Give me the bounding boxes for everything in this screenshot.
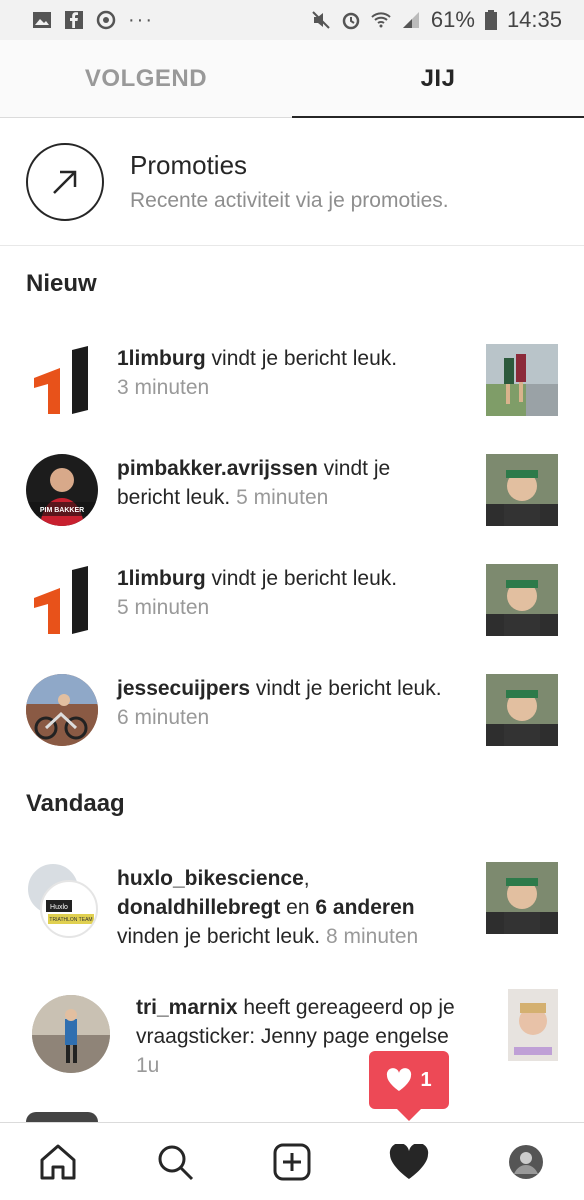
image-icon <box>33 12 51 28</box>
nav-add-post[interactable] <box>262 1132 322 1192</box>
tab-following[interactable]: VOLGEND <box>0 40 292 117</box>
alarm-icon <box>342 12 360 30</box>
timestamp: 1u <box>136 1054 160 1077</box>
username[interactable]: tri_marnix <box>136 996 238 1019</box>
activity-tabs: VOLGEND JIJ <box>0 40 584 118</box>
home-icon <box>40 1144 76 1179</box>
avatar[interactable]: PIM BAKKER <box>26 454 98 526</box>
timestamp: 5 minuten <box>117 596 210 619</box>
promotions-row[interactable]: Promoties Recente activiteit via je prom… <box>0 118 584 246</box>
post-thumbnail[interactable] <box>486 674 558 746</box>
activity-text: vindt je bericht leuk. <box>205 567 398 590</box>
clock: 14:35 <box>506 7 562 32</box>
promotions-title: Promoties <box>130 150 248 180</box>
username[interactable]: 1limburg <box>117 347 206 370</box>
activity-text: vindt je bericht leuk. <box>205 347 398 370</box>
search-icon <box>158 1145 194 1180</box>
like-count: 1 <box>420 1068 432 1091</box>
wifi-icon <box>371 12 391 28</box>
timestamp: 5 minuten <box>236 486 329 509</box>
username[interactable]: jessecuijpers <box>117 677 250 700</box>
activity-item[interactable]: Huxlo TRIATHLON TEAM huxlo_bikescience, … <box>0 860 584 960</box>
timestamp: 3 minuten <box>117 376 210 399</box>
battery-percent: 61% <box>430 7 475 32</box>
more-icon: ··· <box>128 8 154 31</box>
others-link[interactable]: 6 anderen <box>315 896 414 919</box>
username[interactable]: huxlo_bikescience <box>117 867 304 890</box>
activity-text: vindt je bericht leuk. <box>250 677 442 700</box>
heart-icon <box>389 1143 428 1179</box>
facebook-icon <box>65 11 83 29</box>
battery-icon <box>484 10 497 30</box>
heart-icon <box>387 1068 412 1091</box>
section-today: Vandaag <box>26 790 125 817</box>
username[interactable]: 1limburg <box>117 567 206 590</box>
promotions-subtitle: Recente activiteit via je promoties. <box>130 189 449 212</box>
mute-icon <box>312 11 330 29</box>
nav-profile[interactable] <box>496 1132 556 1192</box>
nav-activity[interactable] <box>379 1132 439 1192</box>
username[interactable]: donaldhillebregt <box>117 896 280 919</box>
add-icon <box>273 1143 311 1180</box>
post-thumbnail[interactable] <box>486 564 558 636</box>
sync-icon <box>96 10 116 30</box>
post-thumbnail[interactable] <box>486 862 558 934</box>
status-bar: ··· 61% 14:35 <box>0 0 584 40</box>
avatar[interactable] <box>26 564 98 636</box>
username[interactable]: pimbakker.avrijssen <box>117 457 318 480</box>
activity-item[interactable]: PIM BAKKER pimbakker.avrijssen vindt je … <box>0 446 584 536</box>
activity-item-partial[interactable] <box>26 1112 98 1122</box>
avatar[interactable] <box>32 995 110 1073</box>
post-thumbnail[interactable] <box>486 454 558 526</box>
like-notification-toast[interactable]: 1 <box>369 1051 449 1121</box>
arrow-up-right-icon <box>53 170 77 194</box>
timestamp: 6 minuten <box>117 706 210 729</box>
avatar-caption: TRIATHLON TEAM <box>49 917 92 923</box>
nav-home[interactable] <box>28 1132 88 1192</box>
avatar-caption: PIM BAKKER <box>40 507 84 514</box>
timestamp: 8 minuten <box>325 925 419 948</box>
activity-text: vinden je bericht leuk. <box>117 925 321 948</box>
post-thumbnail[interactable] <box>486 344 558 416</box>
avatar-caption: Huxlo <box>50 904 68 911</box>
avatar[interactable] <box>26 344 98 416</box>
activity-item[interactable]: jessecuijpers vindt je bericht leuk. 6 m… <box>0 666 584 756</box>
bottom-navigation <box>0 1122 584 1200</box>
activity-text: en <box>280 896 316 919</box>
activity-item[interactable]: 1limburg vindt je bericht leuk. 5 minute… <box>0 556 584 646</box>
avatar: Huxlo TRIATHLON TEAM <box>40 880 98 938</box>
tab-you[interactable]: JIJ <box>292 40 584 118</box>
avatar[interactable] <box>26 674 98 746</box>
signal-icon <box>402 12 419 28</box>
promotions-icon-circle <box>26 142 104 221</box>
post-thumbnail[interactable] <box>508 989 558 1061</box>
avatar-stack[interactable]: Huxlo TRIATHLON TEAM <box>26 862 104 940</box>
activity-item[interactable]: 1limburg vindt je bericht leuk. 3 minute… <box>0 336 584 426</box>
section-new: Nieuw <box>26 270 97 297</box>
nav-search[interactable] <box>145 1132 205 1192</box>
activity-item[interactable]: tri_marnix heeft gereageerd op je vraags… <box>0 985 584 1095</box>
profile-icon <box>508 1144 543 1179</box>
